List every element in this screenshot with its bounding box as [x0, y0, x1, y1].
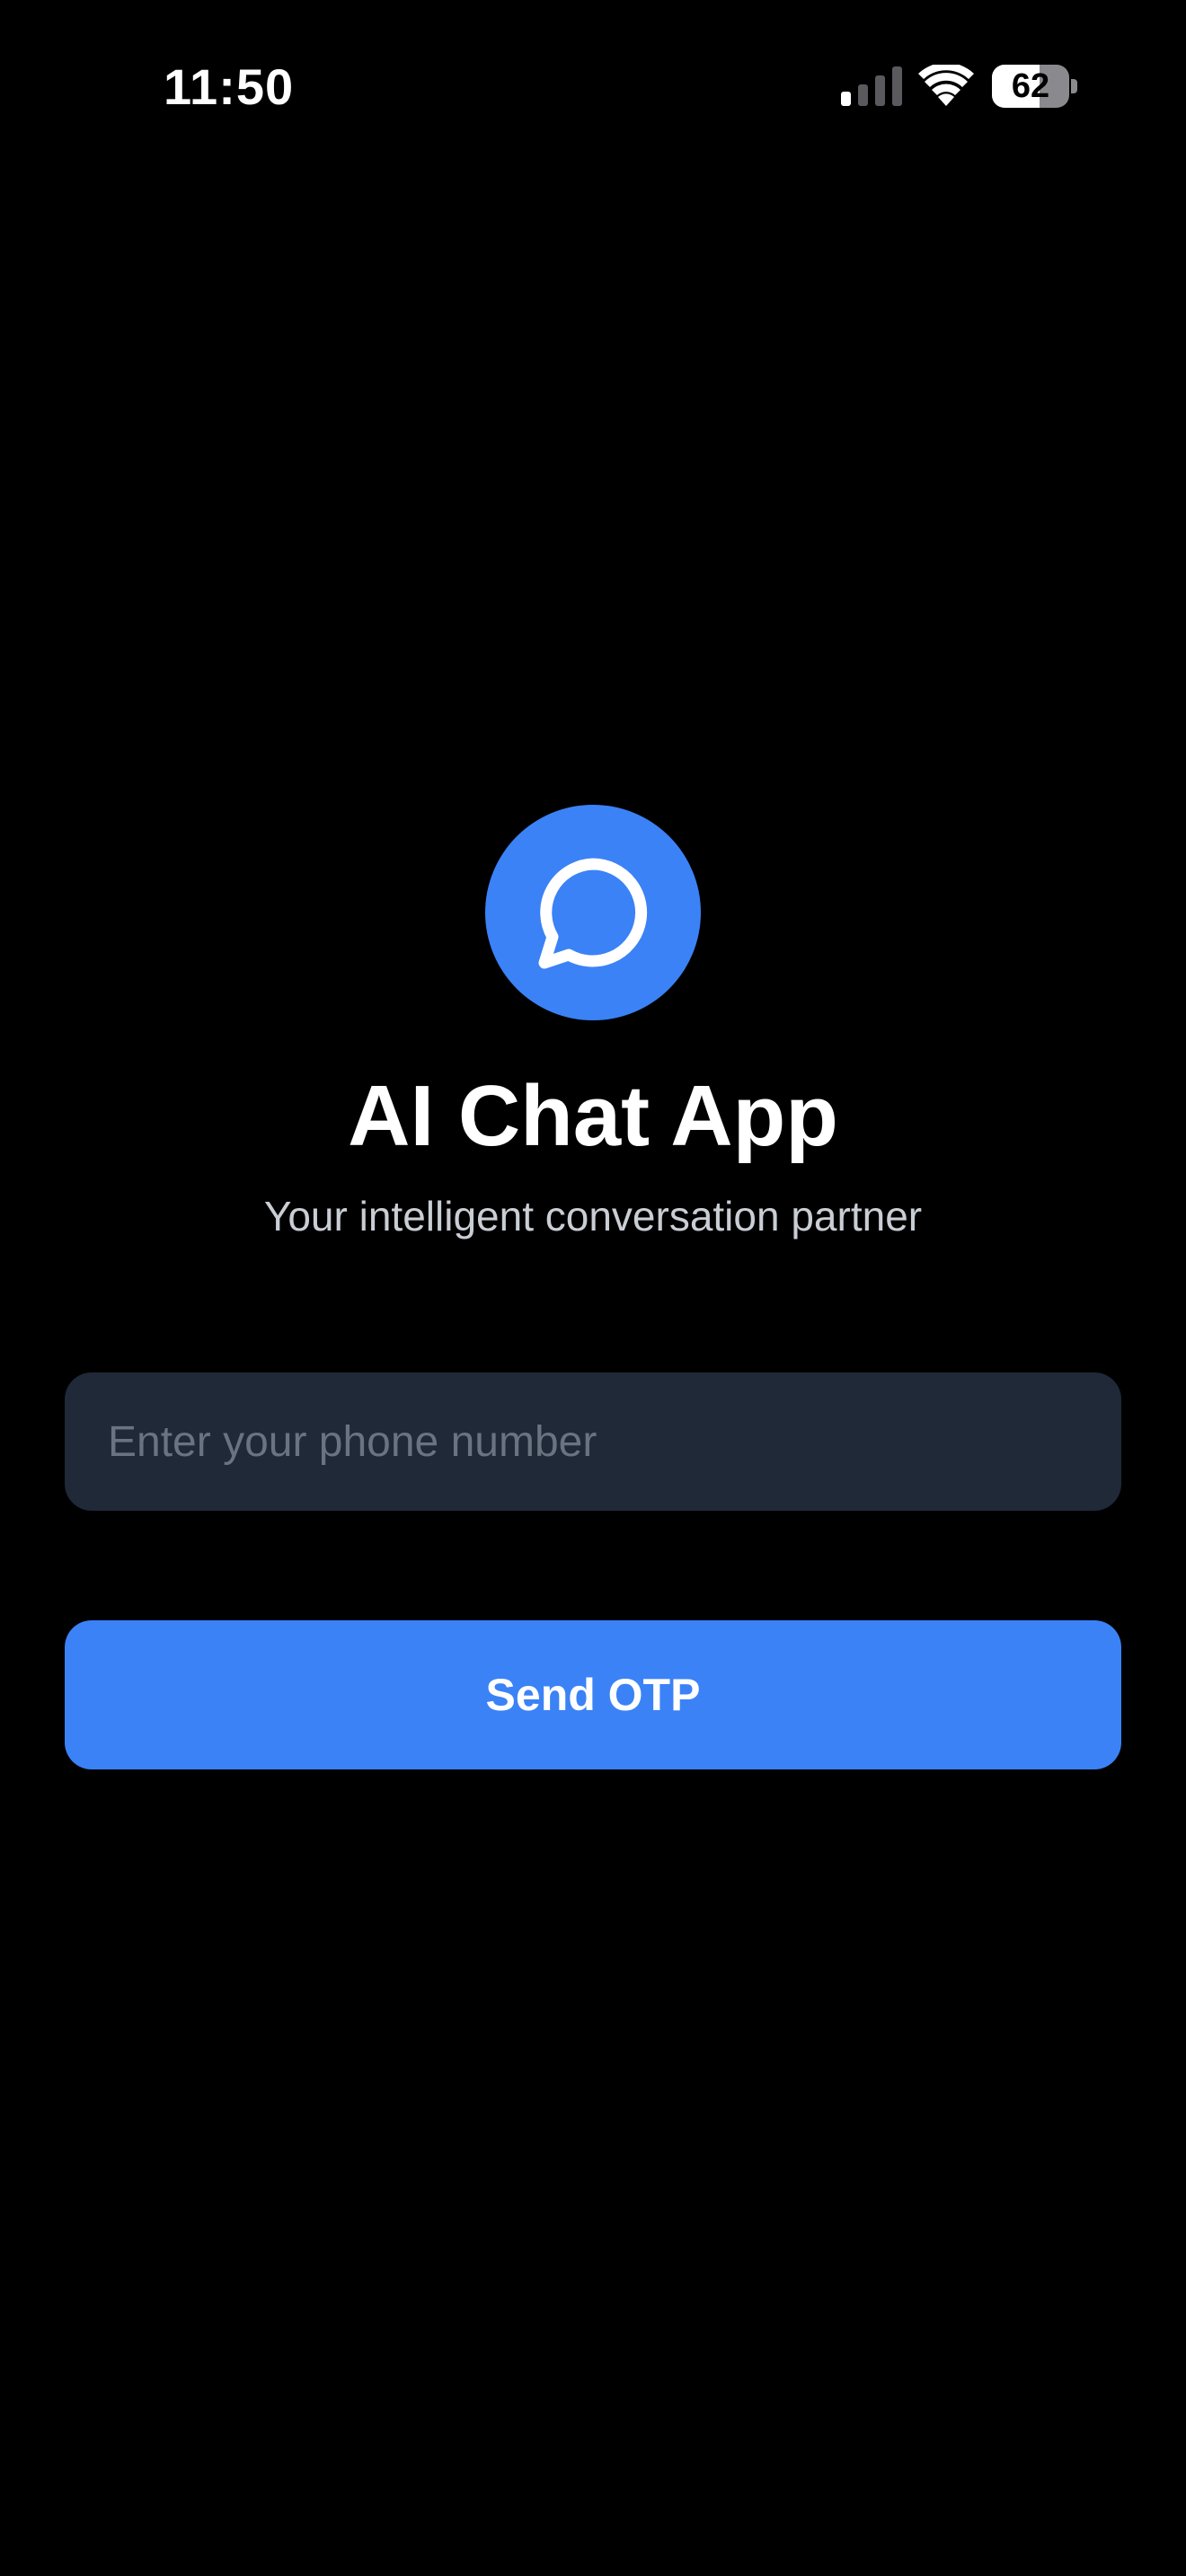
login-screen: 11:50 62 AI Chat App Your intelligent co…: [0, 0, 1186, 2576]
battery-nub: [1071, 79, 1077, 93]
send-otp-button[interactable]: Send OTP: [65, 1620, 1121, 1769]
chat-bubble-icon: [538, 858, 648, 969]
battery-body: 62: [992, 65, 1069, 108]
battery-icon: 62: [992, 65, 1078, 108]
app-subtitle: Your intelligent conversation partner: [263, 1193, 923, 1239]
wifi-icon: [918, 65, 974, 106]
app-title: AI Chat App: [348, 1068, 838, 1164]
cellular-signal-icon: [841, 66, 902, 106]
status-time: 11:50: [164, 58, 295, 115]
app-logo: [485, 805, 701, 1020]
battery-level: 62: [1011, 67, 1050, 105]
phone-number-input[interactable]: [65, 1372, 1121, 1511]
